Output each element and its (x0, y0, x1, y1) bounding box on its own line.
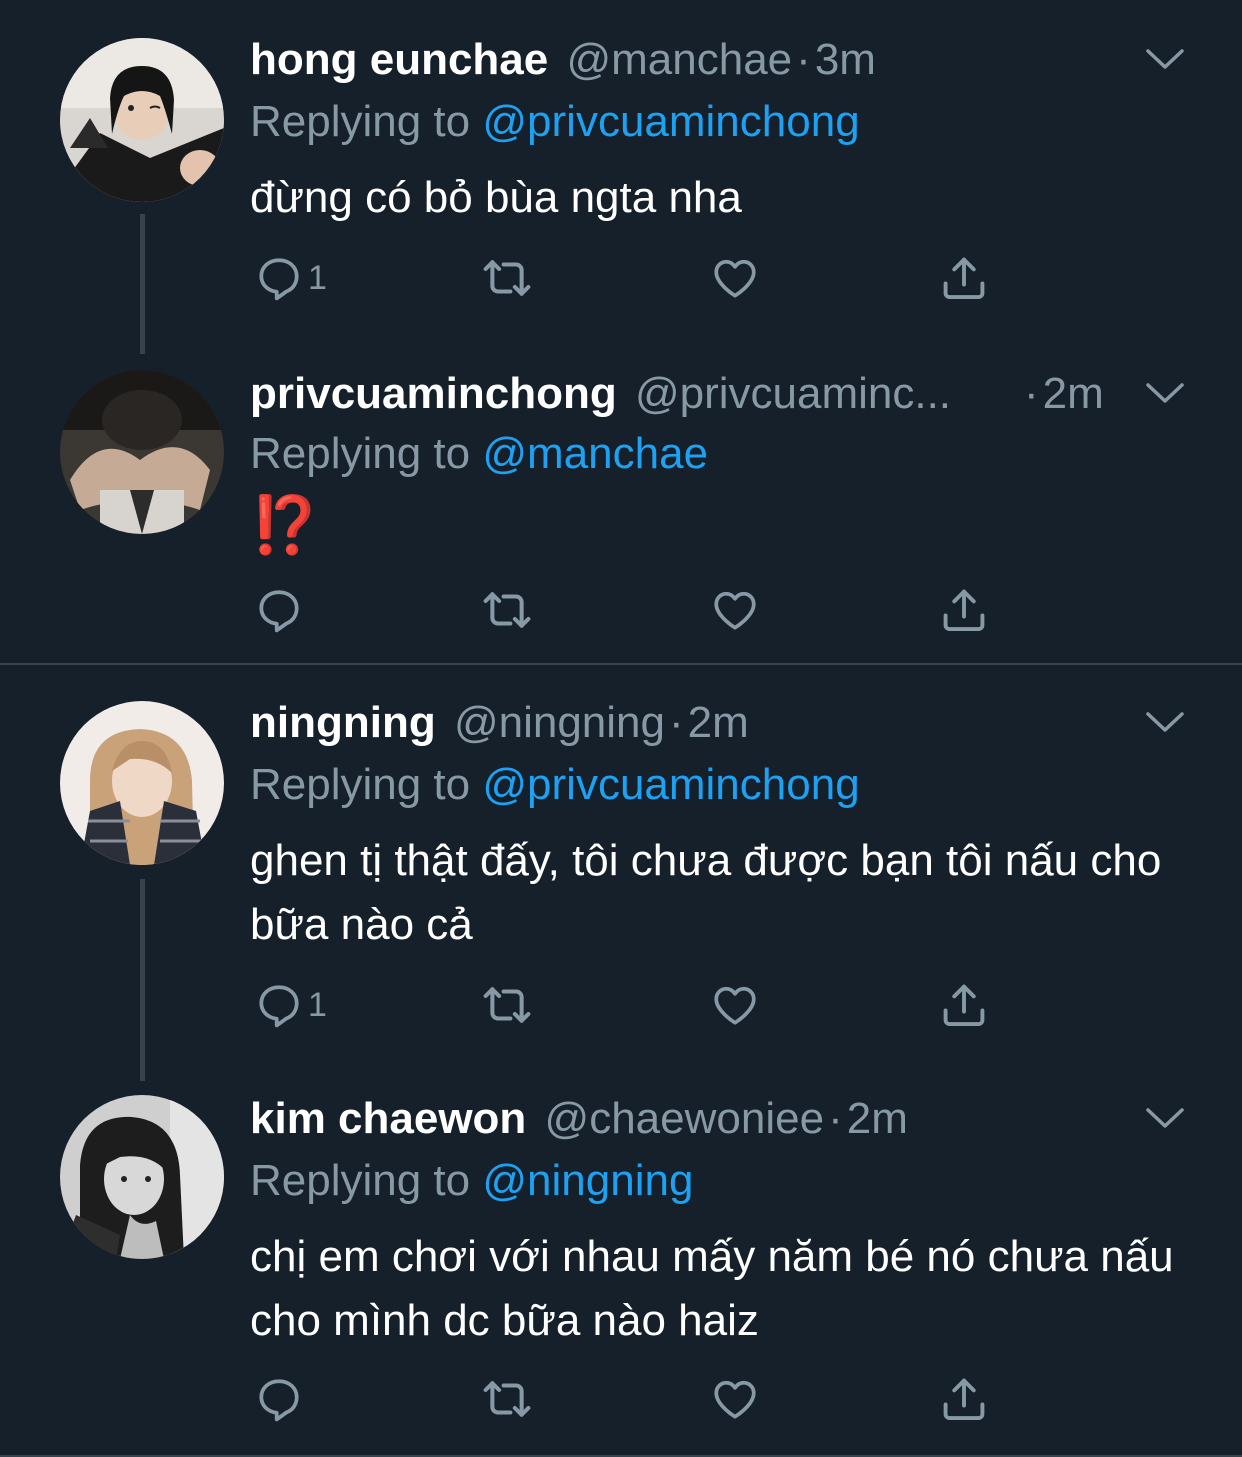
share-button[interactable] (938, 975, 990, 1035)
reply-icon (254, 980, 304, 1030)
mention-link[interactable]: @privcuaminchong (482, 97, 859, 146)
share-icon (938, 1373, 990, 1425)
mention-link[interactable]: @privcuaminchong (482, 760, 859, 809)
replying-to: Replying to @privcuaminchong (250, 755, 860, 815)
share-button[interactable] (938, 248, 990, 308)
heart-icon (710, 980, 760, 1030)
user-handle[interactable]: @chaewoniee (545, 1094, 825, 1143)
share-icon (938, 584, 990, 636)
replying-to-label: Replying to (250, 760, 471, 809)
chevron-down-icon[interactable] (1143, 707, 1187, 737)
avatar[interactable] (60, 1095, 224, 1259)
timestamp[interactable]: 2m (1043, 369, 1104, 418)
tweet-header: ningning @ningning·2m (250, 693, 1182, 753)
like-button[interactable] (710, 975, 760, 1035)
thread-line (140, 879, 145, 1081)
tweet-text: ghen tị thật đấy, tôi chưa được bạn tôi … (250, 836, 1162, 949)
user-handle[interactable]: @ningning (454, 698, 665, 747)
like-button[interactable] (710, 580, 760, 640)
replying-to: Replying to @ningning (250, 1151, 693, 1211)
separator-dot: · (796, 35, 811, 84)
tweet-text: chị em chơi với nhau mấy năm bé nó chưa … (250, 1232, 1174, 1345)
replying-to-label: Replying to (250, 97, 471, 146)
tweet-header: kim chaewon @chaewoniee·2m (250, 1089, 1182, 1149)
reply-count: 1 (308, 258, 327, 297)
tweet[interactable]: ningning @ningning·2m Replying to @privc… (0, 665, 1242, 1081)
like-button[interactable] (710, 248, 760, 308)
separator-dot: · (669, 698, 684, 747)
timestamp[interactable]: 3m (815, 35, 876, 84)
timestamp-group: ·2m (1020, 364, 1130, 424)
tweet-text: ⁉️ (250, 494, 1190, 562)
reply-count: 1 (308, 985, 327, 1024)
thread-line (140, 214, 145, 354)
replying-to: Replying to @manchae (250, 424, 708, 484)
display-name[interactable]: ningning (250, 698, 436, 747)
retweet-button[interactable] (480, 1369, 534, 1429)
retweet-button[interactable] (480, 580, 534, 640)
retweet-icon (480, 583, 534, 637)
replying-to: Replying to @privcuaminchong (250, 92, 860, 152)
separator-dot: · (828, 1094, 843, 1143)
display-name[interactable]: privcuaminchong (250, 369, 617, 418)
share-button[interactable] (938, 580, 990, 640)
action-bar: 1 (250, 248, 1010, 308)
reply-icon (254, 253, 304, 303)
separator-dot: · (1024, 369, 1039, 418)
mention-link[interactable]: @ningning (482, 1156, 693, 1205)
retweet-button[interactable] (480, 248, 534, 308)
avatar[interactable] (60, 370, 224, 534)
avatar[interactable] (60, 38, 224, 202)
retweet-icon (480, 251, 534, 305)
mention-link[interactable]: @manchae (482, 429, 708, 478)
share-icon (938, 979, 990, 1031)
chevron-down-icon[interactable] (1143, 378, 1187, 408)
avatar[interactable] (60, 701, 224, 865)
share-button[interactable] (938, 1369, 990, 1429)
reply-button[interactable]: 1 (254, 975, 327, 1035)
share-icon (938, 252, 990, 304)
chevron-down-icon[interactable] (1143, 1103, 1187, 1133)
reply-icon (254, 585, 304, 635)
action-bar: 1 (250, 975, 1010, 1035)
reply-thread: hong eunchae @manchae·3m Replying to @pr… (0, 0, 1242, 1457)
replying-to-label: Replying to (250, 1156, 471, 1205)
retweet-button[interactable] (480, 975, 534, 1035)
replying-to-label: Replying to (250, 429, 471, 478)
tweet[interactable]: hong eunchae @manchae·3m Replying to @pr… (0, 0, 1242, 354)
user-handle[interactable]: @manchae (566, 35, 792, 84)
timestamp[interactable]: 2m (688, 698, 749, 747)
user-handle[interactable]: @privcuaminc... (635, 369, 951, 418)
display-name[interactable]: hong eunchae (250, 35, 548, 84)
tweet-header: hong eunchae @manchae·3m (250, 30, 1182, 90)
heart-icon (710, 1374, 760, 1424)
heart-icon (710, 253, 760, 303)
reply-button[interactable]: 1 (254, 248, 327, 308)
like-button[interactable] (710, 1369, 760, 1429)
action-bar (250, 1369, 1010, 1429)
tweet[interactable]: kim chaewon @chaewoniee·2m Replying to @… (0, 1065, 1242, 1457)
reply-icon (254, 1374, 304, 1424)
tweet[interactable]: privcuaminchong @privcuaminc... ·2m Repl… (0, 340, 1242, 664)
retweet-icon (480, 1372, 534, 1426)
action-bar (250, 580, 1010, 640)
heart-icon (710, 585, 760, 635)
display-name[interactable]: kim chaewon (250, 1094, 526, 1143)
reply-button[interactable] (254, 580, 308, 640)
interrobang-emoji: ⁉️ (250, 493, 320, 558)
chevron-down-icon[interactable] (1143, 44, 1187, 74)
reply-button[interactable] (254, 1369, 308, 1429)
retweet-icon (480, 978, 534, 1032)
timestamp[interactable]: 2m (847, 1094, 908, 1143)
tweet-text: đừng có bỏ bùa ngta nha (250, 173, 742, 222)
